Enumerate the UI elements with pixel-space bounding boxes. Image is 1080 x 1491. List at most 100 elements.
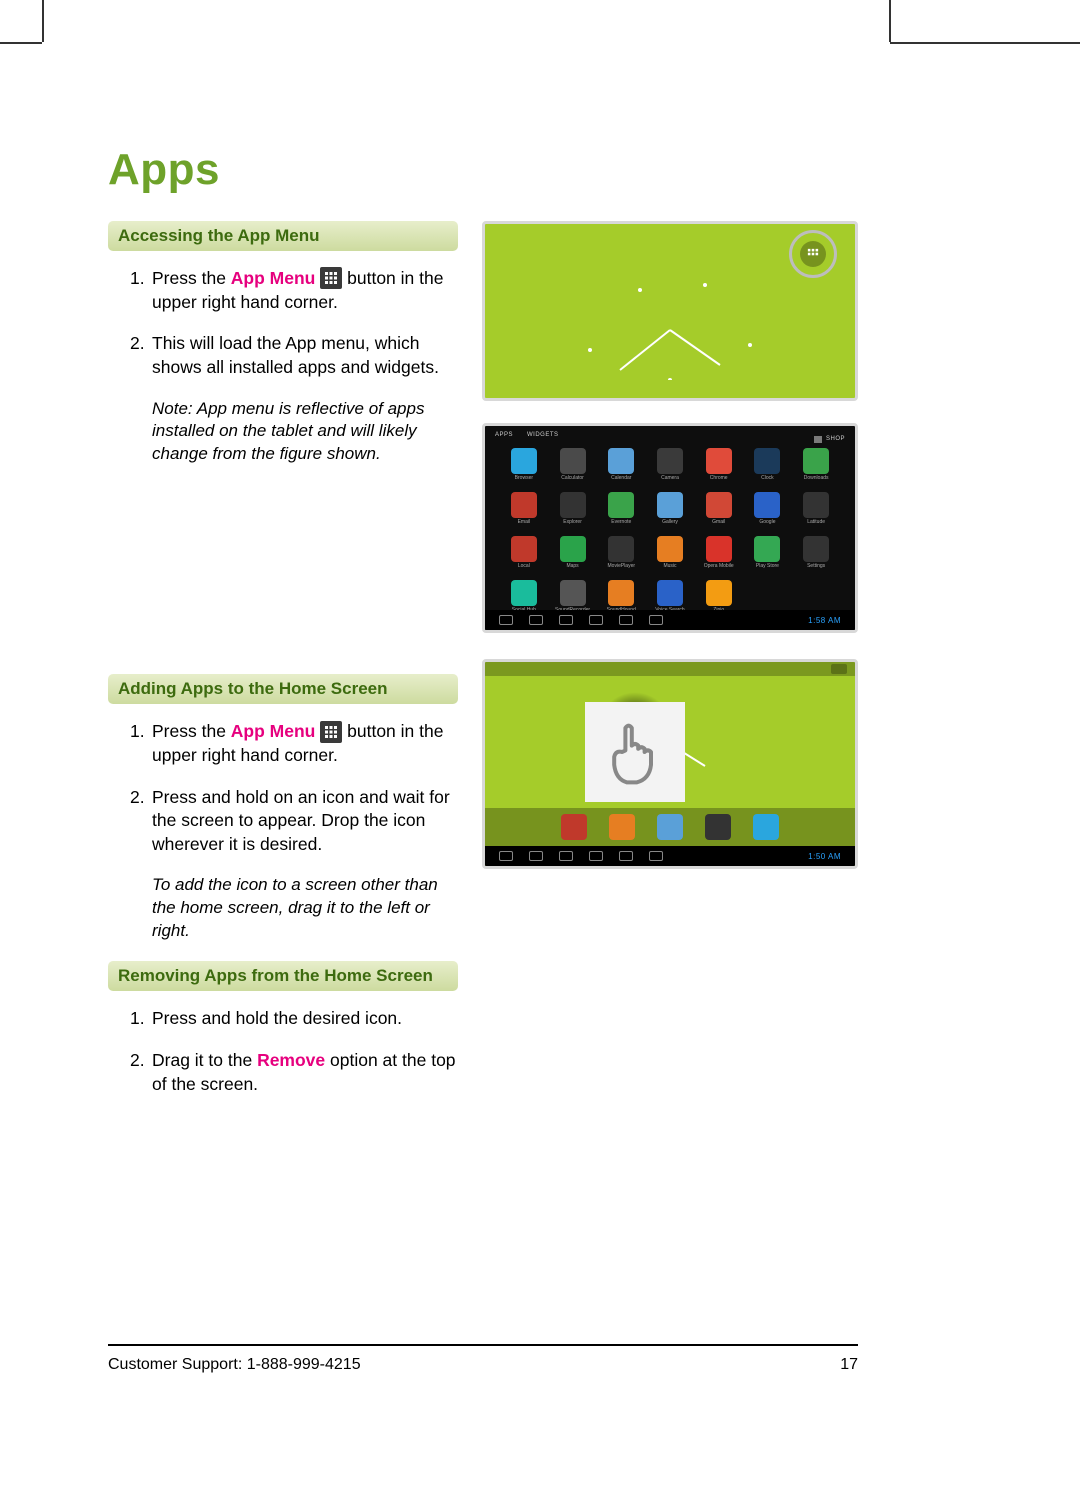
page: Apps Accessing the App Menu 1. Press the… [0, 0, 1080, 1491]
two-column-layout: Accessing the App Menu 1. Press the App … [108, 221, 858, 1114]
step: 1. Press and hold the desired icon. [130, 1007, 458, 1031]
figure-drag-to-home: 1:50 AM [482, 659, 858, 869]
app-label: Browser [515, 476, 533, 481]
app-menu-tabs: APPS WIDGETS SHOP [495, 432, 845, 446]
app-cell: Evernote [602, 492, 640, 525]
tab-widgets: WIDGETS [527, 432, 559, 446]
app-cell: Latitude [797, 492, 835, 525]
note-accessing: Note: App menu is reflective of apps ins… [108, 398, 458, 467]
left-column: Accessing the App Menu 1. Press the App … [108, 221, 458, 1114]
app-icon [511, 580, 537, 606]
app-label: Music [663, 564, 676, 569]
app-icon [657, 536, 683, 562]
figure-app-menu: APPS WIDGETS SHOP Browser Calculator Calen… [482, 423, 858, 633]
app-cell: Chrome [700, 448, 738, 481]
app-icon [657, 580, 683, 606]
app-icon [706, 536, 732, 562]
clock-widget-illustration [560, 260, 780, 380]
step-text: Press the [152, 721, 231, 741]
callout-circle [789, 230, 837, 278]
steps-removing: 1. Press and hold the desired icon. 2. D… [108, 1007, 458, 1096]
app-cell: Settings [797, 536, 835, 569]
app-grid: Browser Calculator Calendar Camera Chrome Clo… [505, 448, 835, 613]
drag-hand-illustration [585, 702, 685, 802]
dock-icon [561, 814, 587, 840]
app-icon [657, 492, 683, 518]
crop-mark [890, 42, 1080, 44]
app-cell: Play Store [749, 536, 787, 569]
app-cell: Calendar [602, 448, 640, 481]
back-icon [499, 615, 513, 625]
app-menu-term: App Menu [231, 268, 316, 288]
app-cell: Clock [749, 448, 787, 481]
app-icon [608, 448, 634, 474]
app-cell: Maps [554, 536, 592, 569]
nav-bar: 1:50 AM [485, 846, 855, 866]
app-label: Calculator [561, 476, 584, 481]
recent-icon [559, 615, 573, 625]
figure-home-screen [482, 221, 858, 401]
app-icon [657, 448, 683, 474]
app-icon [706, 448, 732, 474]
right-column: APPS WIDGETS SHOP Browser Calculator Calen… [482, 221, 858, 1114]
vol-up-icon [649, 615, 663, 625]
app-label: MoviePlayer [608, 564, 636, 569]
footer-rule [108, 1344, 858, 1346]
app-label: Camera [661, 476, 679, 481]
app-label: Chrome [710, 476, 728, 481]
app-label: Google [759, 520, 775, 525]
dock-icon [657, 814, 683, 840]
app-label: Calendar [611, 476, 631, 481]
app-menu-icon [800, 241, 826, 267]
app-icon [608, 536, 634, 562]
steps-accessing: 1. Press the App Menu button in the uppe… [108, 267, 458, 380]
app-icon [511, 492, 537, 518]
app-menu-icon [320, 267, 342, 289]
app-icon [754, 492, 780, 518]
app-label: Evernote [611, 520, 631, 525]
app-label: Email [518, 520, 531, 525]
page-title: Apps [108, 145, 858, 195]
app-cell: Explorer [554, 492, 592, 525]
app-cell: Zinio [700, 580, 738, 613]
app-label: Local [518, 564, 530, 569]
app-icon [560, 492, 586, 518]
app-label: Explorer [563, 520, 582, 525]
app-label: Settings [807, 564, 825, 569]
step: 1. Press the App Menu button in the uppe… [130, 267, 458, 314]
recent-icon [559, 851, 573, 861]
screenshot-icon [589, 615, 603, 625]
app-label: Gallery [662, 520, 678, 525]
app-cell: Google [749, 492, 787, 525]
dock-icon [705, 814, 731, 840]
screenshot-icon [589, 851, 603, 861]
step-text: Drag it to the [152, 1050, 257, 1070]
status-time: 1:50 AM [808, 852, 841, 861]
app-label: Clock [761, 476, 774, 481]
app-label: Downloads [804, 476, 829, 481]
home-icon [529, 851, 543, 861]
app-icon [706, 492, 732, 518]
app-icon [560, 580, 586, 606]
app-menu-icon [320, 721, 342, 743]
step-text: Press and hold the desired icon. [152, 1008, 402, 1028]
app-label: Latitude [807, 520, 825, 525]
app-cell: Gmail [700, 492, 738, 525]
app-icon [608, 492, 634, 518]
app-cell: SoundRecorder [554, 580, 592, 613]
step: 2. Drag it to the Remove option at the t… [130, 1049, 458, 1096]
step-text: Press the [152, 268, 231, 288]
app-icon [803, 492, 829, 518]
shop-label: SHOP [826, 436, 845, 442]
crop-mark [889, 0, 891, 42]
tab-apps: APPS [495, 432, 513, 446]
app-icon [511, 448, 537, 474]
app-cell: Email [505, 492, 543, 525]
app-cell: Social Hub [505, 580, 543, 613]
section-header-adding: Adding Apps to the Home Screen [108, 674, 458, 704]
app-label: Play Store [756, 564, 779, 569]
steps-adding: 1. Press the App Menu button in the uppe… [108, 720, 458, 856]
app-menu-icon [831, 664, 847, 674]
footer: Customer Support: 1-888-999-4215 17 [108, 1356, 858, 1374]
step: 2. This will load the App menu, which sh… [130, 332, 458, 379]
